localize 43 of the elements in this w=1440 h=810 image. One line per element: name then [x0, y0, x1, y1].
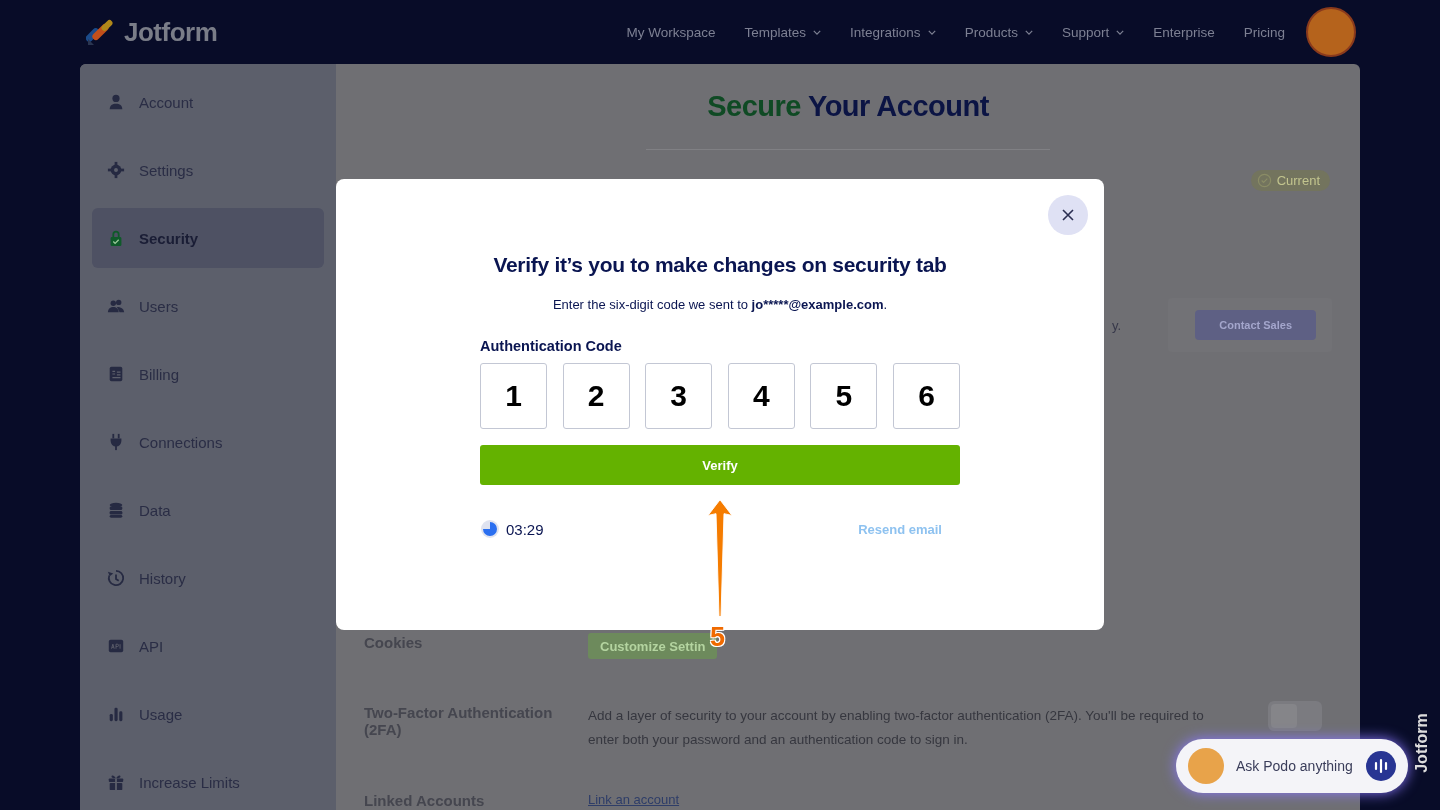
assistant-avatar	[1188, 748, 1224, 784]
plan-description: y.	[1112, 317, 1122, 333]
users-icon	[107, 297, 125, 315]
chat-placeholder: Ask Podo anything	[1236, 758, 1354, 774]
nav-link[interactable]: Enterprise	[1153, 24, 1215, 40]
nav-link[interactable]: My Workspace	[626, 24, 716, 40]
timer: 03:29	[506, 520, 544, 538]
settings-icon	[107, 161, 125, 179]
chat-widget[interactable]: Ask Podo anything	[1176, 739, 1408, 793]
nav-link[interactable]: Support	[1061, 24, 1125, 40]
limits-icon	[107, 773, 125, 791]
contact-sales-button[interactable]: Contact Sales	[1195, 310, 1316, 340]
code-label: Authentication Code	[480, 338, 623, 354]
current-badge: Current	[1250, 169, 1330, 191]
history-icon	[107, 569, 125, 587]
dialog-title: Verify it’s you to make changes on security tab	[493, 253, 947, 277]
nav-link[interactable]: Integrations	[850, 24, 936, 40]
toggle-switch[interactable]	[1268, 701, 1322, 731]
page-title: Secure Your Account	[706, 90, 990, 123]
nav-link[interactable]: Products	[964, 24, 1033, 40]
code-digit-field[interactable]: 3	[645, 363, 713, 429]
verify-button[interactable]: Verify	[480, 445, 960, 485]
data-icon	[107, 501, 125, 519]
billing-icon	[107, 365, 125, 383]
timer-icon	[480, 519, 500, 539]
side-tab[interactable]: Jotform	[1412, 713, 1431, 773]
api-icon	[107, 637, 125, 655]
voice-icon[interactable]	[1366, 751, 1396, 781]
code-digit-field[interactable]: 4	[727, 363, 795, 429]
code-digit-field[interactable]: 5	[810, 363, 878, 429]
avatar[interactable]	[1306, 7, 1356, 57]
nav-link[interactable]: Templates	[744, 24, 822, 40]
nav-link[interactable]: Pricing	[1243, 24, 1285, 40]
logo-icon[interactable]	[86, 18, 114, 46]
code-digit-field[interactable]: 2	[562, 363, 630, 429]
close-button[interactable]	[1048, 195, 1088, 235]
brand-name[interactable]: Jotform	[124, 16, 218, 48]
code-digit-field[interactable]: 1	[480, 363, 547, 429]
dialog-message: Enter the six-digit code we sent to jo*****@example.com.	[552, 297, 888, 312]
account-icon	[107, 93, 125, 111]
usage-icon	[107, 705, 125, 723]
close-icon	[1062, 209, 1074, 221]
code-digit-field[interactable]: 6	[892, 363, 960, 429]
